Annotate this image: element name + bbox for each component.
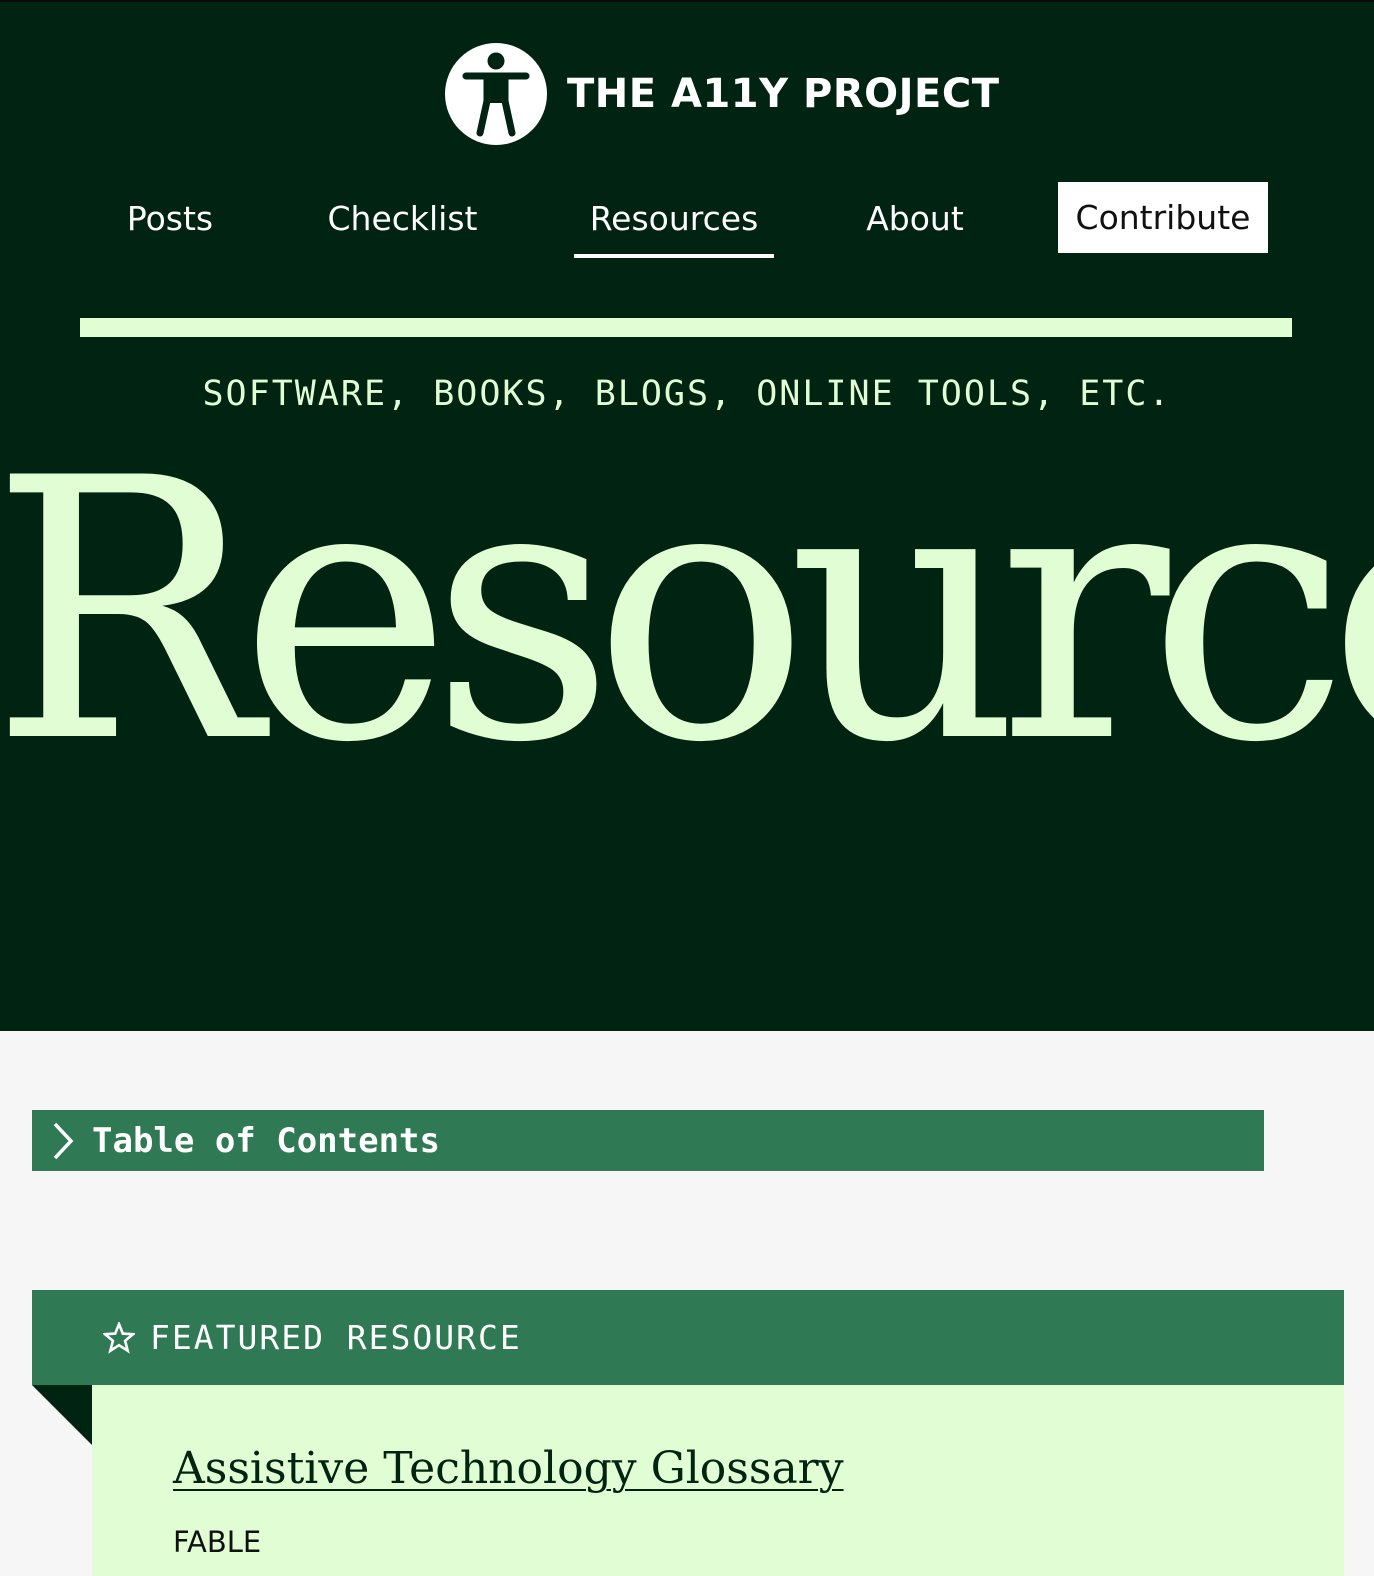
page-title: Resources <box>0 402 1374 821</box>
chevron-right-icon <box>32 1110 92 1171</box>
card-fold-corner <box>32 1385 92 1445</box>
main-nav: Posts Checklist Resources About Contribu… <box>0 182 1374 262</box>
nav-item-about[interactable]: About <box>850 182 980 254</box>
featured-resource-header: FEATURED RESOURCE <box>32 1290 1344 1385</box>
home-link[interactable]: THE A11Y PROJECT <box>445 42 1000 146</box>
accessibility-person-icon <box>445 43 547 145</box>
nav-item-posts[interactable]: Posts <box>110 182 230 254</box>
featured-resource-link[interactable]: Assistive Technology Glossary <box>173 1443 844 1494</box>
site-title: THE A11Y PROJECT <box>567 71 1000 117</box>
table-of-contents-toggle[interactable]: Table of Contents <box>32 1110 1264 1171</box>
featured-resource-label: FEATURED RESOURCE <box>150 1318 522 1357</box>
featured-resource-card: Assistive Technology Glossary FABLE <box>92 1385 1344 1576</box>
site-header: THE A11Y PROJECT Posts Checklist Resourc… <box>0 2 1374 1031</box>
contribute-button[interactable]: Contribute <box>1058 182 1268 253</box>
featured-resource-author: FABLE <box>173 1525 262 1559</box>
hero-divider <box>80 318 1292 337</box>
nav-item-resources[interactable]: Resources <box>574 182 774 258</box>
star-icon <box>102 1321 136 1355</box>
nav-item-checklist[interactable]: Checklist <box>310 182 495 254</box>
toc-label: Table of Contents <box>92 1120 440 1161</box>
